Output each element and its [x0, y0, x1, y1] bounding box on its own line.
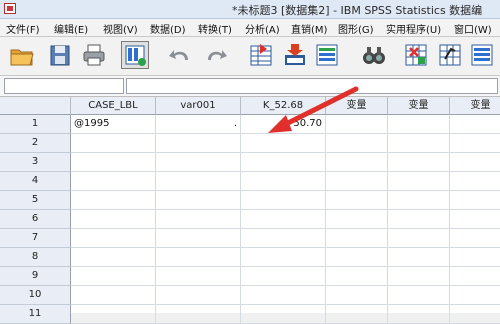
annotation-arrow: [268, 86, 359, 133]
